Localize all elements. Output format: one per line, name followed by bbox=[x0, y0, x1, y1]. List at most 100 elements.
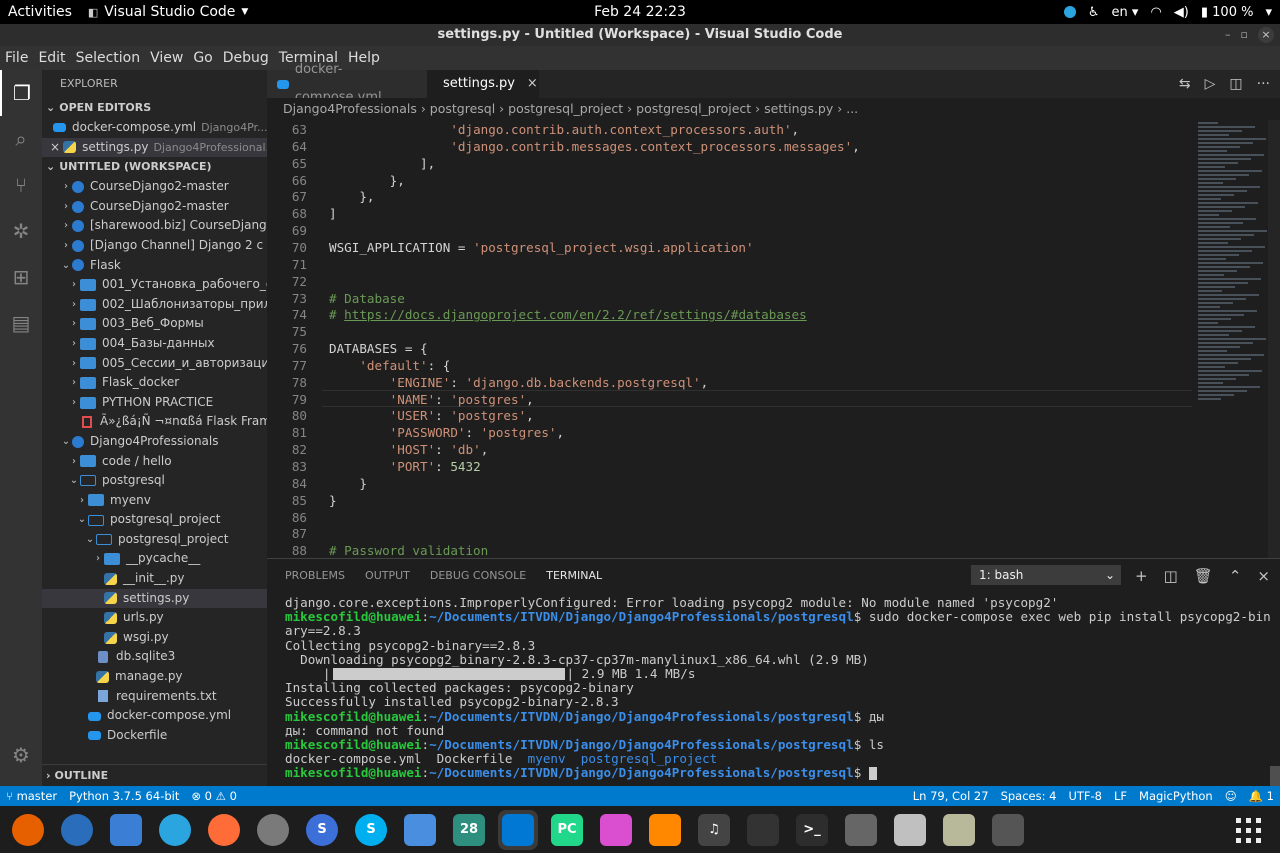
tree-item[interactable]: › PYTHON PRACTICE bbox=[42, 393, 267, 413]
tree-item[interactable]: › 001_Установка_рабочего_о... bbox=[42, 275, 267, 295]
terminal-select[interactable]: 1: bash ⌄ bbox=[971, 565, 1121, 585]
more-actions-icon[interactable]: ··· bbox=[1257, 76, 1270, 92]
help-icon[interactable] bbox=[890, 810, 930, 850]
menu-debug[interactable]: Debug bbox=[218, 50, 274, 66]
code-line[interactable]: 'default': { bbox=[329, 358, 450, 373]
branch-indicator[interactable]: ⑂ master bbox=[0, 789, 63, 803]
problems-indicator[interactable]: ⊗ 0 ⚠ 0 bbox=[185, 789, 243, 803]
code-line[interactable]: ], bbox=[329, 156, 435, 171]
breadcrumb[interactable]: Django4Professionals › postgresql › post… bbox=[267, 98, 1280, 120]
tree-item[interactable]: ⌄ Flask bbox=[42, 256, 267, 276]
tree-item[interactable]: › 005_Сессии_и_авторизация bbox=[42, 354, 267, 374]
show-applications-icon[interactable] bbox=[1236, 818, 1262, 844]
open-changes-icon[interactable]: ⇆ bbox=[1179, 76, 1191, 92]
close-icon[interactable]: × bbox=[50, 138, 60, 158]
activities-button[interactable]: Activities bbox=[0, 4, 80, 20]
vlc-icon[interactable] bbox=[645, 810, 685, 850]
tree-item[interactable]: › [Django Channel] Django 2 с ну... bbox=[42, 236, 267, 256]
thunderbird-icon[interactable] bbox=[57, 810, 97, 850]
tree-item[interactable]: settings.py bbox=[42, 588, 267, 609]
menu-edit[interactable]: Edit bbox=[33, 50, 70, 66]
tree-item[interactable]: › 002_Шаблонизаторы_прил... bbox=[42, 295, 267, 315]
telegram-tray-icon[interactable] bbox=[1063, 6, 1076, 18]
code-line[interactable]: }, bbox=[329, 173, 405, 188]
terminal-scrollbar[interactable] bbox=[1270, 766, 1280, 786]
language-indicator[interactable]: en ▾ bbox=[1112, 5, 1139, 20]
tree-item[interactable]: › code / hello bbox=[42, 452, 267, 472]
gem-icon[interactable] bbox=[596, 810, 636, 850]
tree-item[interactable]: › __pycache__ bbox=[42, 549, 267, 569]
search-icon[interactable]: ⌕ bbox=[0, 116, 42, 162]
code-line[interactable]: # https://docs.djangoproject.com/en/2.2/… bbox=[329, 307, 807, 322]
tree-item[interactable]: docker-compose.yml bbox=[42, 706, 267, 726]
minimap[interactable] bbox=[1198, 120, 1268, 558]
battery-indicator[interactable]: ▮ 100 % bbox=[1201, 5, 1254, 20]
tree-item[interactable]: Dockerfile bbox=[42, 726, 267, 746]
tree-item[interactable]: › 003_Веб_Формы bbox=[42, 314, 267, 334]
music-icon[interactable]: ♫ bbox=[694, 810, 734, 850]
settings-icon[interactable] bbox=[253, 810, 293, 850]
panel-tab-problems[interactable]: PROBLEMS bbox=[275, 559, 355, 592]
menu-selection[interactable]: Selection bbox=[71, 50, 146, 66]
tree-item[interactable]: Ã»¿ßá¡Ñ ¬¤nαßá Flask Frame... bbox=[42, 412, 267, 432]
language-mode[interactable]: MagicPython bbox=[1133, 789, 1219, 803]
open-editors-section[interactable]: ⌄ OPEN EDITORS bbox=[42, 98, 267, 118]
search-icon[interactable] bbox=[841, 810, 881, 850]
app-menu[interactable]: ◧ Visual Studio Code ▼ bbox=[88, 4, 248, 20]
python-interpreter[interactable]: Python 3.7.5 64-bit bbox=[63, 789, 185, 803]
firefox-icon[interactable] bbox=[8, 810, 48, 850]
code-line[interactable]: 'PASSWORD': 'postgres', bbox=[329, 425, 564, 440]
simplenote-icon[interactable]: S bbox=[302, 810, 342, 850]
minimize-icon[interactable]: – bbox=[1225, 24, 1231, 46]
window-title-bar[interactable]: settings.py - Untitled (Workspace) - Vis… bbox=[0, 24, 1280, 46]
tree-item[interactable]: manage.py bbox=[42, 667, 267, 687]
tree-item[interactable]: ⌄ postgresql bbox=[42, 471, 267, 491]
open-editor-item[interactable]: docker-compose.yml Django4Pr... bbox=[42, 118, 267, 138]
code-line[interactable]: 'ENGINE': 'django.db.backends.postgresql… bbox=[329, 375, 708, 390]
code-line[interactable]: 'NAME': 'postgres', bbox=[329, 392, 534, 407]
tree-item[interactable]: urls.py bbox=[42, 608, 267, 628]
outline-section[interactable]: › OUTLINE bbox=[42, 764, 267, 786]
tree-item[interactable]: › CourseDjango2-master bbox=[42, 197, 267, 217]
tab-settings-py[interactable]: settings.py × bbox=[427, 70, 539, 98]
close-panel-icon[interactable]: × bbox=[1257, 567, 1270, 585]
source-control-icon[interactable]: ⑂ bbox=[0, 162, 42, 208]
workspace-section[interactable]: ⌄ UNTITLED (WORKSPACE) bbox=[42, 157, 267, 177]
tree-item[interactable]: › CourseDjango2-master bbox=[42, 177, 267, 197]
code-line[interactable]: DATABASES = { bbox=[329, 341, 428, 356]
code-editor[interactable]: 63 'django.contrib.auth.context_processo… bbox=[267, 120, 1280, 558]
terminal[interactable]: django.core.exceptions.ImproperlyConfigu… bbox=[267, 591, 1280, 786]
feedback-icon[interactable]: ☺ bbox=[1219, 789, 1243, 803]
manage-gear-icon[interactable]: ⚙ bbox=[0, 732, 42, 778]
clock[interactable]: Feb 24 22:23 bbox=[594, 4, 686, 20]
panel-tab-debug-console[interactable]: DEBUG CONSOLE bbox=[420, 559, 536, 592]
code-line[interactable]: 'HOST': 'db', bbox=[329, 442, 489, 457]
notifications-indicator[interactable]: 🔔 1 bbox=[1243, 789, 1280, 803]
editor-scrollbar[interactable] bbox=[1268, 120, 1280, 558]
accessibility-icon[interactable]: ♿ bbox=[1088, 5, 1100, 20]
tree-item[interactable]: ⌄ postgresql_project bbox=[42, 530, 267, 550]
system-monitor-icon[interactable] bbox=[743, 810, 783, 850]
postman-icon[interactable] bbox=[204, 810, 244, 850]
code-line[interactable]: # Database bbox=[329, 291, 405, 306]
tree-item[interactable]: › [sharewood.biz] CourseDjango... bbox=[42, 216, 267, 236]
wifi-icon[interactable]: ◠ bbox=[1150, 5, 1161, 20]
tree-item[interactable]: __init__.py bbox=[42, 569, 267, 589]
tree-item[interactable]: › 004_Базы-данных bbox=[42, 334, 267, 354]
cursor-position[interactable]: Ln 79, Col 27 bbox=[907, 789, 995, 803]
maximize-panel-icon[interactable]: ⌃ bbox=[1229, 567, 1242, 585]
encoding[interactable]: UTF-8 bbox=[1062, 789, 1108, 803]
telegram-icon[interactable] bbox=[155, 810, 195, 850]
code-line[interactable]: 'PORT': 5432 bbox=[329, 459, 481, 474]
code-line[interactable]: } bbox=[329, 493, 337, 508]
tree-item[interactable]: ⌄ Django4Professionals bbox=[42, 432, 267, 452]
usb-icon[interactable] bbox=[988, 810, 1028, 850]
code-line[interactable]: 'USER': 'postgres', bbox=[329, 408, 534, 423]
explorer-icon[interactable]: ❐ bbox=[0, 70, 42, 116]
open-editor-item[interactable]: × settings.py Django4Professional... bbox=[42, 137, 267, 158]
libreoffice-icon[interactable] bbox=[106, 810, 146, 850]
split-editor-icon[interactable]: ◫ bbox=[1229, 76, 1242, 92]
code-line[interactable]: 'django.contrib.auth.context_processors.… bbox=[329, 122, 799, 137]
code-line[interactable]: ] bbox=[329, 206, 337, 221]
trash-icon[interactable]: 🗑 bbox=[1194, 567, 1213, 585]
